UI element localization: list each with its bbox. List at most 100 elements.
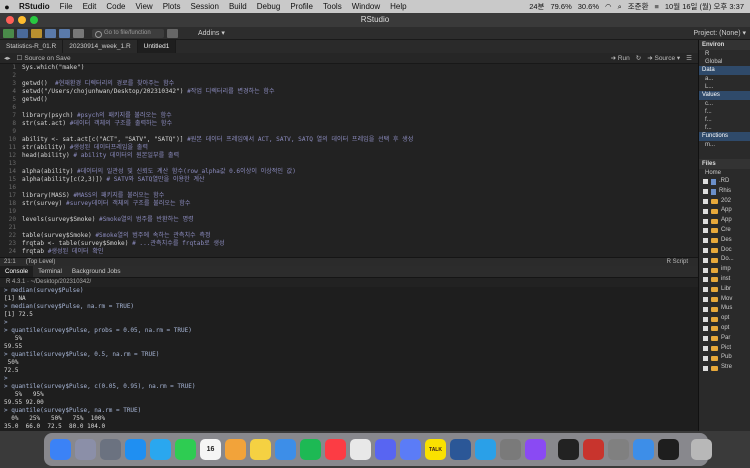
grid-icon[interactable]	[167, 28, 178, 38]
file-checkbox[interactable]	[703, 316, 708, 322]
file-checkbox[interactable]	[703, 277, 708, 283]
env-value-item[interactable]: f...	[699, 124, 750, 132]
file-row[interactable]: Pub	[699, 353, 750, 363]
discord-icon[interactable]	[375, 439, 396, 460]
file-row[interactable]: 202	[699, 197, 750, 207]
file-checkbox[interactable]	[703, 365, 708, 371]
file-row[interactable]: .RD	[699, 177, 750, 187]
zoom-window-button[interactable]	[30, 16, 38, 24]
vs-code-icon[interactable]	[475, 439, 496, 460]
home-breadcrumb[interactable]: Home	[699, 169, 750, 177]
file-row[interactable]: Par	[699, 334, 750, 344]
github-icon[interactable]	[525, 439, 546, 460]
menu-profile[interactable]: Profile	[285, 0, 318, 13]
file-row[interactable]: App	[699, 216, 750, 226]
file-row[interactable]: opt	[699, 314, 750, 324]
messages-icon[interactable]	[175, 439, 196, 460]
spotify-icon[interactable]	[300, 439, 321, 460]
launchpad-icon[interactable]	[75, 439, 96, 460]
code-line[interactable]: 13	[0, 160, 698, 168]
file-row[interactable]: Do...	[699, 255, 750, 265]
file-row[interactable]: Stre	[699, 363, 750, 373]
code-editor[interactable]: 1 Sys.which("make") 2 3 getwd() #현재환경 디렉터리의 …	[0, 64, 698, 257]
word-icon[interactable]	[450, 439, 471, 460]
file-checkbox[interactable]	[703, 355, 708, 361]
file-row[interactable]: imp	[699, 265, 750, 275]
console-output[interactable]: > median(survey$Pulse) [1] NA > median(sur…	[0, 287, 698, 431]
env-data-item[interactable]: a...	[699, 75, 750, 83]
cpu-status[interactable]: 79.6%	[550, 2, 571, 11]
file-row[interactable]: App	[699, 206, 750, 216]
kakaotalk-icon[interactable]: TALK	[425, 439, 446, 460]
new-file-icon[interactable]	[3, 28, 14, 38]
addins-menu[interactable]: Addins ▾	[198, 29, 225, 37]
file-checkbox[interactable]	[703, 247, 708, 253]
env-value-item[interactable]: f...	[699, 116, 750, 124]
file-row[interactable]: Mov	[699, 295, 750, 305]
code-line[interactable]: 5 getwd()	[0, 96, 698, 104]
code-line[interactable]: 11 str(ability) #생성된 데이터프레임을 출력	[0, 144, 698, 152]
file-row[interactable]: Des	[699, 236, 750, 246]
clock[interactable]: 10월 16일 (월) 오후 3:37	[665, 1, 744, 12]
code-line[interactable]: 16	[0, 184, 698, 192]
close-window-button[interactable]	[6, 16, 14, 24]
file-row[interactable]: Libr	[699, 285, 750, 295]
mail-icon[interactable]	[275, 439, 296, 460]
messenger-icon[interactable]	[400, 439, 421, 460]
safari-icon[interactable]	[150, 439, 171, 460]
source-on-save-checkbox[interactable]: ☐	[17, 54, 23, 62]
code-line[interactable]: 17 library(MASS) #MASS의 패키지를 불러오는 함수	[0, 192, 698, 200]
code-line[interactable]: 14 alpha(ability) #데이터의 일관성 및 신뢰도 계산 함수(r…	[0, 168, 698, 176]
photos-icon[interactable]	[225, 439, 246, 460]
rerun-icon[interactable]: ↻	[636, 54, 641, 62]
menu-plots[interactable]: Plots	[158, 0, 186, 13]
code-line[interactable]: 3 getwd() #현재환경 디렉터리의 경로를 찾아주는 함수	[0, 80, 698, 88]
file-row[interactable]: Rhis	[699, 187, 750, 197]
scope-indicator[interactable]: (Top Level)	[26, 259, 56, 265]
calendar-icon[interactable]: 16	[200, 439, 221, 460]
tab-environment[interactable]: Environ	[699, 40, 750, 50]
file-checkbox[interactable]	[703, 336, 708, 342]
file-row[interactable]: inst	[699, 275, 750, 285]
finder-icon[interactable]	[50, 439, 71, 460]
source-button[interactable]: ➜ Source ▾	[647, 54, 680, 62]
tab-statistics-r01[interactable]: Statistics-R_01.R	[0, 40, 64, 53]
terminal-icon[interactable]	[558, 439, 579, 460]
code-line[interactable]: 9	[0, 128, 698, 136]
menu-code[interactable]: Code	[101, 0, 130, 13]
file-checkbox[interactable]	[703, 228, 708, 234]
wifi-icon[interactable]: ◠	[605, 2, 612, 11]
apps-icon[interactable]	[100, 439, 121, 460]
file-checkbox[interactable]	[703, 267, 708, 273]
menu-file[interactable]: File	[55, 0, 78, 13]
file-row[interactable]: Pict	[699, 344, 750, 354]
code-line[interactable]: 15 alpha(ability[c(2,3)]) # SATV와 SATQ열만을…	[0, 176, 698, 184]
preview-icon[interactable]	[633, 439, 654, 460]
file-checkbox[interactable]	[703, 306, 708, 312]
env-value-item[interactable]: c...	[699, 100, 750, 108]
menu-help[interactable]: Help	[385, 0, 411, 13]
file-checkbox[interactable]	[703, 287, 708, 293]
file-checkbox[interactable]	[703, 208, 708, 214]
tab-week1[interactable]: 20230914_week_1.R	[63, 40, 138, 53]
code-line[interactable]: 18 str(survey) #survey데이터 객체의 구조를 불러오는 함수	[0, 200, 698, 208]
code-line[interactable]: 22 table(survey$Smoke) #Smoke열의 범주에 속하는 관…	[0, 232, 698, 240]
code-line[interactable]: 6	[0, 104, 698, 112]
music-icon[interactable]	[325, 439, 346, 460]
code-line[interactable]: 24 frqtab #생성된 데이터 확인	[0, 248, 698, 256]
global-env-select[interactable]: Global	[699, 58, 750, 66]
file-row[interactable]: Mus	[699, 304, 750, 314]
menu-edit[interactable]: Edit	[78, 0, 102, 13]
file-row[interactable]: Cre	[699, 226, 750, 236]
env-value-item[interactable]: f...	[699, 108, 750, 116]
window-icon[interactable]	[658, 439, 679, 460]
tab-background-jobs[interactable]: Background Jobs	[67, 266, 126, 277]
app-store-icon[interactable]	[125, 439, 146, 460]
file-row[interactable]: opt	[699, 324, 750, 334]
code-line[interactable]: 12 head(ability) # ability 데이터의 원본일부를 출력	[0, 152, 698, 160]
code-line[interactable]: 7 library(psych) #psych의 패키지를 불러오는 함수	[0, 112, 698, 120]
run-button[interactable]: ➜ Run	[611, 54, 630, 62]
tab-files[interactable]: Files	[699, 159, 750, 169]
env-data-item[interactable]: L...	[699, 83, 750, 91]
code-line[interactable]: 1 Sys.which("make")	[0, 64, 698, 72]
